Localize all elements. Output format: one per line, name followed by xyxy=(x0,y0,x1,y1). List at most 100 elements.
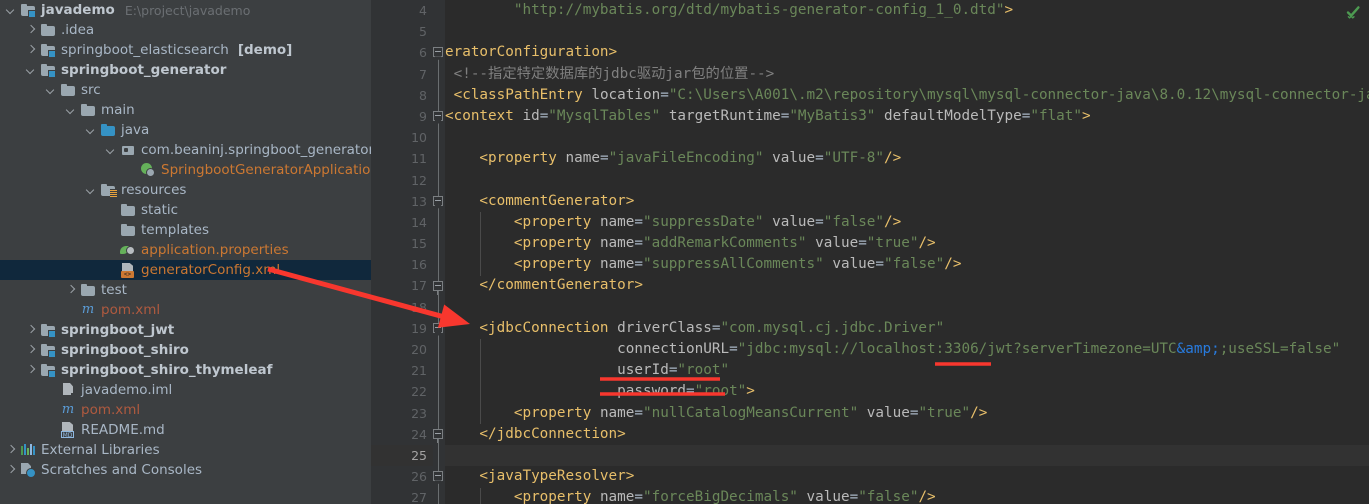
chevron-down-icon[interactable] xyxy=(46,85,57,96)
chevron-down-icon[interactable] xyxy=(26,65,37,76)
code-line[interactable] xyxy=(445,21,1369,42)
chevron-right-icon[interactable] xyxy=(66,285,77,296)
line-number[interactable]: 10 xyxy=(371,127,433,148)
chevron-right-icon[interactable] xyxy=(26,325,37,336)
tree-node-javademo[interactable]: javademo E:\project\javademo xyxy=(0,0,371,20)
code-folding-column[interactable] xyxy=(433,0,445,504)
code-line[interactable] xyxy=(445,444,1369,467)
tree-node-springboot-generator[interactable]: springboot_generator xyxy=(0,60,371,80)
code-line[interactable]: <property name="addRemarkComments" value… xyxy=(445,233,1369,254)
code-line[interactable] xyxy=(445,297,1369,318)
tree-node-javademo-iml[interactable]: javademo.iml xyxy=(0,380,371,400)
tree-node-com-beaninj-springboot-generator[interactable]: com.beaninj.springboot_generator xyxy=(0,140,371,160)
tree-node-idea[interactable]: .idea xyxy=(0,20,371,40)
chevron-right-icon[interactable] xyxy=(26,45,37,56)
code-line[interactable]: <property name="forceBigDecimals" value=… xyxy=(445,487,1369,504)
line-number[interactable]: 20 xyxy=(371,339,433,360)
code-line[interactable]: userId="root" xyxy=(445,360,1369,381)
tree-node-springboot-jwt[interactable]: springboot_jwt xyxy=(0,320,371,340)
editor-text-area[interactable]: "http://mybatis.org/dtd/mybatis-generato… xyxy=(445,0,1369,504)
tree-node-test[interactable]: test xyxy=(0,280,371,300)
chevron-right-icon[interactable] xyxy=(26,25,37,36)
chevron-down-icon[interactable] xyxy=(106,145,117,156)
code-line[interactable]: <!--指定特定数据库的jdbc驱动jar包的位置--> xyxy=(445,64,1369,85)
line-number[interactable]: 15 xyxy=(371,233,433,254)
line-number[interactable]: 12 xyxy=(371,170,433,191)
fold-collapse-icon[interactable] xyxy=(433,111,444,124)
chevron-down-icon[interactable] xyxy=(86,185,97,196)
code-line[interactable]: <javaTypeResolver> xyxy=(445,466,1369,487)
chevron-down-icon[interactable] xyxy=(86,125,97,136)
line-number[interactable]: 18 xyxy=(371,297,433,318)
chevron-right-icon[interactable] xyxy=(6,445,17,456)
fold-collapse-icon[interactable] xyxy=(433,471,444,485)
code-line[interactable]: <property name="suppressDate" value="fal… xyxy=(445,212,1369,233)
line-number[interactable]: 17 xyxy=(371,275,433,296)
chevron-down-icon[interactable] xyxy=(6,5,17,16)
fold-collapse-icon[interactable] xyxy=(433,323,444,336)
code-line[interactable]: <property name="suppressAllComments" val… xyxy=(445,254,1369,275)
tree-node-generatorconfig-xml[interactable]: generatorConfig.xml xyxy=(0,260,371,280)
code-line[interactable] xyxy=(445,170,1369,191)
line-number[interactable]: 19 xyxy=(371,318,433,339)
code-line[interactable]: </jdbcConnection> xyxy=(445,424,1369,445)
tree-node-springboot-shiro[interactable]: springboot_shiro xyxy=(0,340,371,360)
line-number[interactable]: 5 xyxy=(371,21,433,42)
line-number[interactable]: 26 xyxy=(371,466,433,487)
tree-node-application-properties[interactable]: application.properties xyxy=(0,240,371,260)
line-number[interactable]: 11 xyxy=(371,148,433,169)
tree-node-springboot-elasticsearch[interactable]: springboot_elasticsearch [demo] xyxy=(0,40,371,60)
chevron-right-icon[interactable] xyxy=(26,345,37,356)
tree-node-templates[interactable]: templates xyxy=(0,220,371,240)
code-line[interactable]: password="root"> xyxy=(445,381,1369,402)
tree-node-springbootgeneratorapplication[interactable]: SpringbootGeneratorApplication xyxy=(0,160,371,180)
line-number[interactable]: 13 xyxy=(371,191,433,212)
line-number[interactable]: 6 xyxy=(371,42,433,63)
line-number[interactable]: 23 xyxy=(371,403,433,424)
tree-node-scratches-and-consoles[interactable]: Scratches and Consoles xyxy=(0,460,371,480)
fold-collapse-icon[interactable] xyxy=(433,47,444,61)
code-line[interactable] xyxy=(445,127,1369,148)
chevron-right-icon[interactable] xyxy=(6,465,17,476)
chevron-right-icon[interactable] xyxy=(26,365,37,376)
tree-node-resources[interactable]: resources xyxy=(0,180,371,200)
tree-node-external-libraries[interactable]: External Libraries xyxy=(0,440,371,460)
code-line[interactable]: <commentGenerator> xyxy=(445,191,1369,212)
fold-end-icon[interactable] xyxy=(433,429,444,443)
editor-gutter[interactable]: 4 5 6 7 8 9 10 11 12 13 14 15 16 17 18 19 20 21 22 23 24 25 26… xyxy=(371,0,433,504)
code-line[interactable]: connectionURL="jdbc:mysql://localhost:33… xyxy=(445,339,1369,360)
line-number[interactable]: 16 xyxy=(371,254,433,275)
code-line[interactable]: <context id="MysqlTables" targetRuntime=… xyxy=(445,106,1369,127)
tree-node-main[interactable]: main xyxy=(0,100,371,120)
line-number[interactable]: 14 xyxy=(371,212,433,233)
fold-end-icon[interactable] xyxy=(433,280,444,295)
line-number[interactable]: 21 xyxy=(371,360,433,381)
tree-node-readme-md[interactable]: README.md xyxy=(0,420,371,440)
project-tool-window[interactable]: javademo E:\project\javademo .idea springbo… xyxy=(0,0,371,504)
line-number[interactable]: 22 xyxy=(371,381,433,402)
code-line[interactable]: <classPathEntry location="C:\Users\A001\… xyxy=(445,85,1369,106)
inspection-ok-check-icon[interactable] xyxy=(1345,4,1361,20)
chevron-down-icon[interactable] xyxy=(66,105,77,116)
line-number[interactable]: 25 xyxy=(371,444,433,467)
code-line[interactable]: </commentGenerator> xyxy=(445,275,1369,296)
line-number[interactable]: 24 xyxy=(371,424,433,445)
tree-node-src[interactable]: src xyxy=(0,80,371,100)
code-line[interactable]: <jdbcConnection driverClass="com.mysql.c… xyxy=(445,318,1369,339)
code-line[interactable]: <property name="nullCatalogMeansCurrent"… xyxy=(445,403,1369,424)
line-number[interactable]: 7 xyxy=(371,64,433,85)
fold-collapse-icon[interactable] xyxy=(433,195,444,209)
tree-node-java[interactable]: java xyxy=(0,120,371,140)
code-line[interactable]: <property name="javaFileEncoding" value=… xyxy=(445,148,1369,169)
tree-node-static[interactable]: static xyxy=(0,200,371,220)
tree-node-springboot-shiro-thymeleaf[interactable]: springboot_shiro_thymeleaf xyxy=(0,360,371,380)
line-number[interactable]: 9 xyxy=(371,106,433,127)
line-number[interactable]: 27 xyxy=(371,487,433,504)
tree-node-pom-xml[interactable]: m pom.xml xyxy=(0,300,371,320)
line-number[interactable]: 8 xyxy=(371,85,433,106)
code-line[interactable]: "http://mybatis.org/dtd/mybatis-generato… xyxy=(445,0,1369,21)
tree-node-pom-xml[interactable]: m pom.xml xyxy=(0,400,371,420)
code-editor[interactable]: 4 5 6 7 8 9 10 11 12 13 14 15 16 17 18 19 20 21 22 23 24 25 26… xyxy=(371,0,1369,504)
code-line[interactable]: eratorConfiguration> xyxy=(445,42,1369,63)
line-number[interactable]: 4 xyxy=(371,0,433,21)
